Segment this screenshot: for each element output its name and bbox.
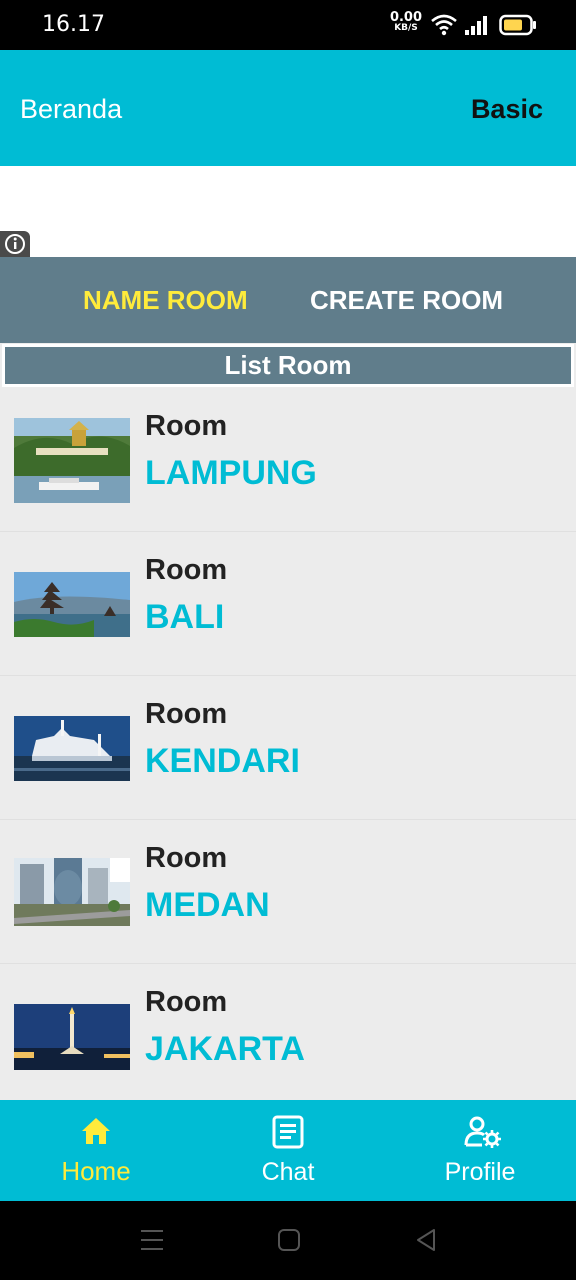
- home-button-icon[interactable]: [277, 1227, 301, 1253]
- wifi-icon: [431, 14, 457, 36]
- nav-chat-label: Chat: [261, 1158, 315, 1186]
- nav-profile-label: Profile: [444, 1158, 516, 1186]
- tab-name-room[interactable]: NAME ROOM: [83, 285, 248, 316]
- bottom-navigation: Home Chat Profile: [0, 1100, 576, 1201]
- room-label: Room: [145, 698, 228, 730]
- room-thumbnail-lampung: [14, 418, 130, 503]
- room-thumbnail-kendari: [14, 716, 130, 781]
- room-label: Room: [145, 986, 228, 1018]
- app-bar: Beranda Basic: [0, 50, 576, 166]
- room-thumbnail-jakarta: [14, 1004, 130, 1070]
- ad-info-button[interactable]: [0, 231, 30, 257]
- room-item-kendari[interactable]: Room KENDARI: [0, 676, 576, 820]
- back-icon[interactable]: [414, 1227, 438, 1253]
- room-label: Room: [145, 554, 228, 586]
- status-bar: 16.17 0.00 KB/S: [0, 0, 576, 50]
- ad-banner[interactable]: [0, 166, 576, 257]
- room-city: LAMPUNG: [145, 454, 317, 492]
- room-thumbnail-medan: [14, 858, 130, 926]
- room-label: Room: [145, 410, 228, 442]
- signal-icon: [465, 16, 487, 35]
- status-time: 16.17: [42, 12, 105, 37]
- page-title: Beranda: [20, 94, 123, 124]
- room-city: JAKARTA: [145, 1030, 305, 1068]
- room-city: KENDARI: [145, 742, 300, 780]
- room-city: MEDAN: [145, 886, 270, 924]
- chat-icon: [272, 1115, 304, 1149]
- room-city: BALI: [145, 598, 225, 636]
- system-navigation-bar: [0, 1201, 576, 1280]
- nav-profile[interactable]: Profile: [384, 1100, 576, 1201]
- network-speed-value: 0.00: [389, 10, 423, 25]
- room-tabs: NAME ROOM CREATE ROOM: [0, 257, 576, 343]
- info-icon: [5, 234, 25, 254]
- room-thumbnail-bali: [14, 572, 130, 637]
- room-item-bali[interactable]: Room BALI: [0, 532, 576, 676]
- room-item-jakarta[interactable]: Room JAKARTA: [0, 964, 576, 1108]
- list-room-header: List Room: [2, 344, 574, 387]
- nav-home[interactable]: Home: [0, 1100, 192, 1201]
- battery-icon: [499, 14, 536, 36]
- nav-chat[interactable]: Chat: [192, 1100, 384, 1201]
- room-list: Room LAMPUNG Room BALI Room KENDARI Room…: [0, 388, 576, 1108]
- room-item-lampung[interactable]: Room LAMPUNG: [0, 388, 576, 532]
- room-label: Room: [145, 842, 228, 874]
- room-item-medan[interactable]: Room MEDAN: [0, 820, 576, 964]
- profile-settings-icon: [464, 1116, 501, 1148]
- plan-badge: Basic: [470, 94, 543, 124]
- nav-home-label: Home: [61, 1156, 131, 1186]
- home-icon: [82, 1118, 110, 1144]
- recent-apps-icon[interactable]: [140, 1227, 164, 1253]
- tab-create-room[interactable]: CREATE ROOM: [310, 285, 503, 316]
- network-speed: 0.00 KB/S: [388, 10, 424, 34]
